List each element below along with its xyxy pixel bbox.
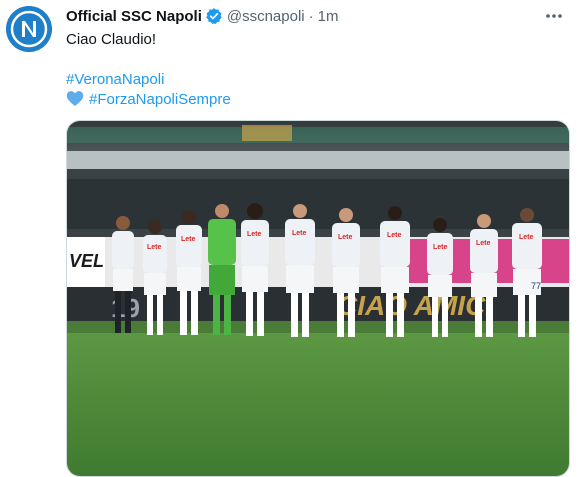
verified-badge-icon bbox=[205, 7, 223, 25]
team-photo: VEL 19 CIAO AMICI bbox=[67, 121, 569, 476]
display-name[interactable]: Official SSC Napoli bbox=[66, 8, 202, 25]
banner-text: CIAO AMICI bbox=[337, 290, 494, 321]
hashtag-link[interactable]: #ForzaNapoliSempre bbox=[89, 91, 231, 108]
napoli-logo-icon bbox=[6, 6, 52, 52]
tweet-photo[interactable]: VEL 19 CIAO AMICI bbox=[66, 120, 570, 477]
tweet-header: Official SSC Napoli @sscnapoli · 1m bbox=[66, 6, 338, 26]
shirt-number: 77 bbox=[531, 281, 541, 291]
avatar[interactable] bbox=[6, 6, 52, 52]
hashtag-link[interactable]: #VeronaNapoli bbox=[66, 71, 164, 88]
svg-text:Lete: Lete bbox=[519, 234, 534, 241]
separator-dot: · bbox=[308, 7, 314, 25]
svg-text:Lete: Lete bbox=[147, 244, 162, 251]
more-options-icon[interactable] bbox=[544, 6, 564, 26]
svg-text:Lete: Lete bbox=[338, 234, 353, 241]
tweet-text: Ciao Claudio! #VeronaNapoli #ForzaNapoli… bbox=[66, 30, 231, 110]
svg-text:Lete: Lete bbox=[181, 236, 196, 243]
handle[interactable]: @sscnapoli bbox=[227, 8, 305, 25]
svg-text:Lete: Lete bbox=[476, 240, 491, 247]
tweet-text-line: Ciao Claudio! bbox=[66, 31, 157, 48]
svg-text:Lete: Lete bbox=[247, 231, 262, 238]
svg-text:Lete: Lete bbox=[292, 230, 307, 237]
svg-text:Lete: Lete bbox=[387, 232, 402, 239]
blue-heart-icon bbox=[66, 90, 84, 113]
ad-board-text: VEL bbox=[69, 251, 104, 271]
svg-text:Lete: Lete bbox=[433, 244, 448, 251]
timestamp[interactable]: 1m bbox=[318, 8, 339, 25]
